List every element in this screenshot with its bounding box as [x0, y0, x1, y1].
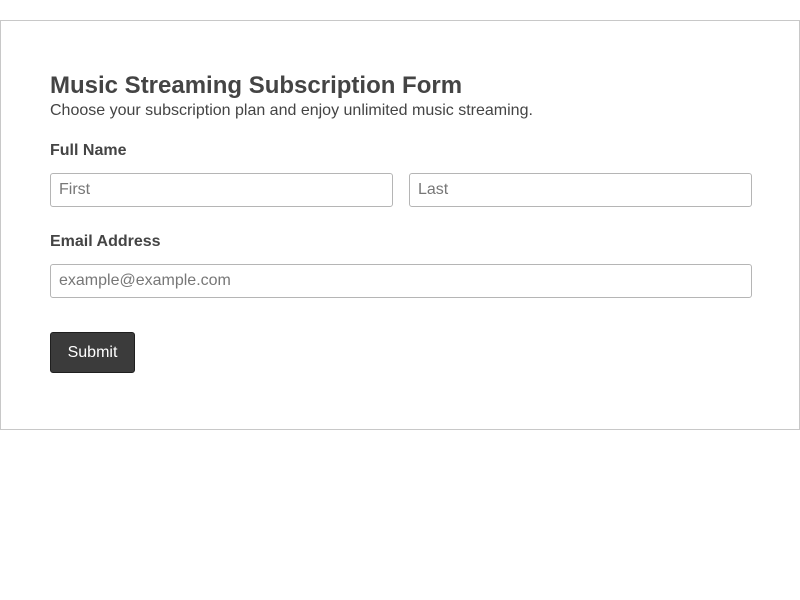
submit-button[interactable]: Submit — [50, 332, 135, 373]
last-name-input[interactable] — [409, 173, 752, 207]
full-name-row — [50, 173, 752, 207]
full-name-label: Full Name — [50, 142, 127, 159]
form-title: Music Streaming Subscription Form — [50, 72, 463, 99]
form-subtitle: Choose your subscription plan and enjoy … — [50, 102, 533, 119]
email-input[interactable] — [50, 264, 752, 298]
first-name-input[interactable] — [50, 173, 393, 207]
email-label: Email Address — [50, 233, 161, 250]
subscription-form-card: Music Streaming Subscription Form Choose… — [0, 20, 800, 430]
form-content: Music Streaming Subscription Form Choose… — [50, 71, 752, 373]
